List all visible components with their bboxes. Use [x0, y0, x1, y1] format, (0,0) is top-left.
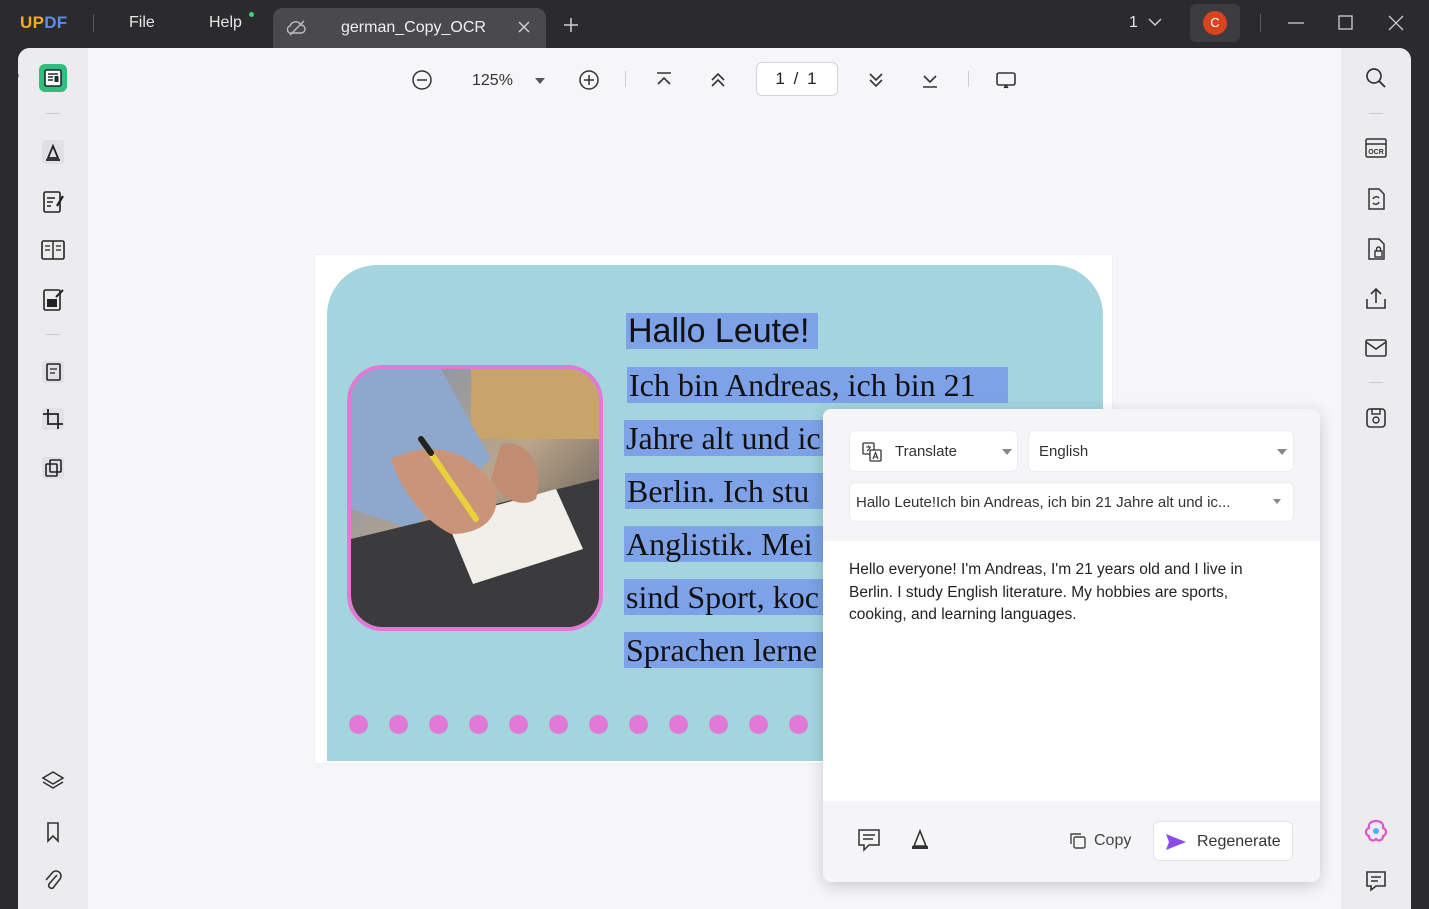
next-page-icon[interactable]	[866, 70, 886, 90]
updf-logo[interactable]: UPDF	[20, 13, 67, 33]
translation-result: Hello everyone! I'm Andreas, I'm 21 year…	[849, 561, 1243, 623]
attachment-icon[interactable]	[39, 867, 67, 895]
svg-text:OCR: OCR	[1368, 149, 1384, 156]
bookmark-icon[interactable]	[39, 818, 67, 846]
panel-footer: Copy Regenerate	[823, 801, 1320, 882]
document-tab[interactable]: german_Copy_OCR	[273, 8, 546, 48]
title-bar: UPDF File Help german_Copy_OCR 1 C	[0, 0, 1429, 48]
menu-file[interactable]: File	[129, 14, 155, 32]
user-avatar-button[interactable]: C	[1190, 4, 1240, 42]
chevron-down-icon	[1277, 449, 1287, 455]
panel-header: Translate English Hallo Leute!Ich bin An…	[823, 409, 1320, 541]
comment-icon[interactable]	[856, 827, 882, 853]
menu-help[interactable]: Help	[209, 14, 242, 32]
comment-icon[interactable]	[39, 138, 67, 166]
page-count-dropdown[interactable]: 1	[1129, 14, 1162, 32]
writing-photo	[347, 365, 603, 631]
language-label: English	[1039, 443, 1089, 460]
convert-icon[interactable]	[1362, 185, 1390, 213]
organize-pages-icon[interactable]	[39, 358, 67, 386]
translate-icon	[862, 442, 882, 462]
decor-dot	[629, 715, 648, 734]
edit-pdf-icon[interactable]	[39, 188, 67, 216]
fill-sign-icon[interactable]	[39, 286, 67, 314]
divider	[1260, 14, 1261, 32]
regenerate-button[interactable]: Regenerate	[1153, 821, 1293, 861]
ai-translate-panel: Translate English Hallo Leute!Ich bin An…	[823, 409, 1320, 882]
send-icon	[1166, 834, 1186, 850]
page-number-input[interactable]: 1 / 1	[756, 62, 838, 96]
document-line: Ich bin Andreas, ich bin 21	[627, 367, 1008, 403]
new-tab-icon[interactable]	[563, 17, 579, 33]
last-page-icon[interactable]	[920, 70, 940, 90]
zoom-in-icon[interactable]	[577, 68, 601, 92]
decor-dot	[469, 715, 488, 734]
copy-icon	[1070, 833, 1086, 849]
decor-dot	[789, 715, 808, 734]
decor-dot	[709, 715, 728, 734]
presentation-icon[interactable]	[994, 68, 1018, 92]
decor-dot	[389, 715, 408, 734]
active-indicator	[18, 73, 19, 78]
search-icon[interactable]	[1362, 64, 1390, 92]
language-select[interactable]: English	[1028, 430, 1294, 472]
layers-icon[interactable]	[39, 767, 67, 795]
decor-dot	[549, 715, 568, 734]
notification-dot	[249, 12, 254, 17]
chevron-down-icon	[1148, 18, 1162, 27]
crop-icon[interactable]	[39, 405, 67, 433]
mode-select[interactable]: Translate	[849, 430, 1018, 472]
mode-label: Translate	[895, 443, 957, 460]
divider	[46, 334, 60, 335]
decor-dot	[429, 715, 448, 734]
source-text: Hallo Leute!Ich bin Andreas, ich bin 21 …	[856, 494, 1231, 511]
minimize-icon[interactable]	[1287, 14, 1305, 32]
decor-dot	[749, 715, 768, 734]
reader-icon[interactable]	[39, 64, 67, 92]
save-icon[interactable]	[1362, 404, 1390, 432]
page-layout-icon[interactable]	[39, 236, 67, 264]
left-toolbar	[18, 48, 88, 909]
cloud-off-icon	[287, 20, 306, 36]
previous-page-icon[interactable]	[708, 70, 728, 90]
divider	[46, 113, 60, 114]
copy-button[interactable]: Copy	[1068, 823, 1131, 859]
divider	[1369, 113, 1383, 114]
divider	[968, 71, 969, 87]
chat-icon[interactable]	[1362, 867, 1390, 895]
divider	[1369, 382, 1383, 383]
right-toolbar: OCR	[1341, 48, 1411, 909]
tab-title: german_Copy_OCR	[341, 19, 486, 36]
zoom-out-icon[interactable]	[410, 68, 434, 92]
document-line: Jahre alt und ic	[624, 420, 823, 456]
source-text-select[interactable]: Hallo Leute!Ich bin Andreas, ich bin 21 …	[849, 482, 1294, 522]
ocr-icon[interactable]: OCR	[1362, 134, 1390, 162]
avatar: C	[1203, 11, 1227, 35]
document-line: sind Sport, koc	[624, 579, 823, 615]
email-icon[interactable]	[1362, 334, 1390, 362]
chevron-down-icon	[1002, 449, 1012, 455]
share-icon[interactable]	[1362, 285, 1390, 313]
chevron-down-icon	[1273, 499, 1281, 504]
decor-dot	[589, 715, 608, 734]
protect-icon[interactable]	[39, 454, 67, 482]
highlight-icon[interactable]	[907, 826, 933, 852]
decor-dot	[509, 715, 528, 734]
first-page-icon[interactable]	[654, 70, 674, 90]
document-line: Berlin. Ich stu	[625, 473, 823, 509]
divider	[625, 71, 626, 87]
document-line: Sprachen lerne	[624, 632, 823, 668]
decor-dot	[349, 715, 368, 734]
maximize-icon[interactable]	[1337, 14, 1355, 32]
protect-file-icon[interactable]	[1362, 235, 1390, 263]
close-window-icon[interactable]	[1387, 14, 1405, 32]
decor-dot	[669, 715, 688, 734]
close-tab-icon[interactable]	[515, 18, 533, 36]
divider	[93, 14, 94, 32]
zoom-dropdown-icon[interactable]	[535, 78, 545, 84]
document-heading: Hallo Leute!	[626, 313, 818, 349]
zoom-level[interactable]: 125%	[472, 72, 513, 90]
document-line: Anglistik. Mei	[624, 526, 823, 562]
updf-ai-icon[interactable]	[1362, 817, 1390, 845]
